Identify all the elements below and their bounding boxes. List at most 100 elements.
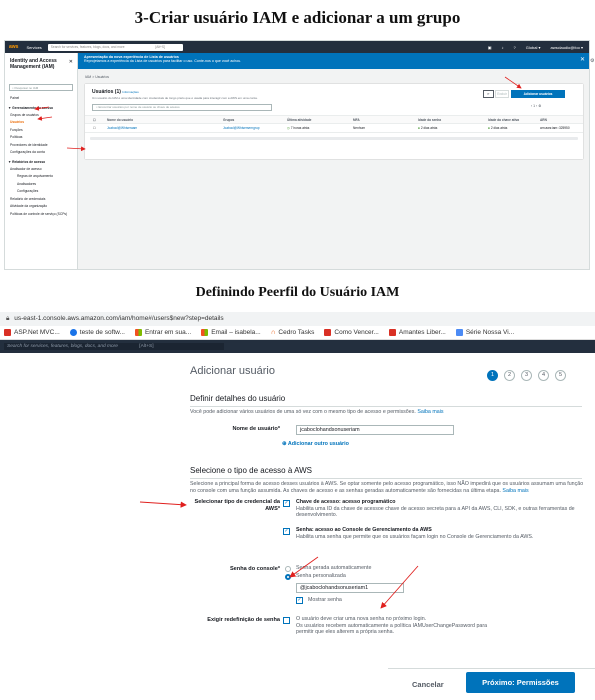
search-shortcut: [Alt+S] bbox=[155, 44, 165, 49]
learn-more-link[interactable]: Saiba mais bbox=[417, 409, 443, 415]
sidebar-item-groups[interactable]: Grupos de usuários bbox=[5, 112, 77, 120]
details-title: Definir detalhes do usuário bbox=[190, 394, 286, 403]
horizontal-scrollbar[interactable] bbox=[90, 137, 578, 140]
users-desc: Um usuário do IAM é uma identidade com c… bbox=[92, 96, 258, 100]
close-icon[interactable]: ✕ bbox=[69, 59, 73, 65]
sidebar-item-users[interactable]: Usuários bbox=[5, 119, 77, 127]
programmatic-access-checkbox[interactable]: ✓ bbox=[283, 500, 290, 507]
step-indicator: 1 2 3 4 5 bbox=[487, 370, 566, 381]
col-groups[interactable]: Grupos bbox=[223, 116, 234, 124]
aws-search-input[interactable]: Search for services, features, blogs, do… bbox=[4, 343, 224, 350]
divider bbox=[190, 406, 582, 407]
bookmark-item[interactable]: Como Vencer... bbox=[324, 329, 379, 336]
sidebar-search[interactable]: ⌕ Pesquisar no IAM bbox=[9, 84, 73, 91]
info-link[interactable]: Informações bbox=[122, 90, 139, 94]
services-menu[interactable]: Services bbox=[26, 45, 41, 50]
bookmarks-bar: ASP.Net MVC... teste de softw... Entrar … bbox=[0, 326, 595, 340]
help-icon[interactable]: ? bbox=[514, 45, 516, 50]
user-name-link[interactable]: Jcabocl@Whiseraam bbox=[107, 124, 137, 132]
bell-icon[interactable]: ♪ bbox=[502, 45, 504, 50]
next-permissions-button[interactable]: Próximo: Permissões bbox=[466, 672, 575, 693]
show-password-checkbox[interactable]: ✓ bbox=[296, 597, 303, 604]
last-activity: ◷ 7 horas atrás bbox=[287, 126, 310, 130]
custom-password-radio[interactable] bbox=[285, 574, 291, 580]
password-input[interactable]: @jcaboclohandsonuseriam1 bbox=[296, 583, 404, 593]
youtube-icon bbox=[388, 329, 396, 336]
aws-logo[interactable]: aws bbox=[9, 44, 18, 50]
row-checkbox[interactable]: ☐ bbox=[93, 124, 96, 132]
cloudshell-icon[interactable]: ▣ bbox=[488, 45, 492, 50]
add-users-button[interactable]: Adicionar usuários bbox=[511, 90, 565, 98]
console-access-checkbox[interactable]: ✓ bbox=[283, 528, 290, 535]
bookmark-item[interactable]: Email – isabela... bbox=[201, 329, 261, 336]
col-last-activity[interactable]: Última atividade bbox=[287, 116, 311, 124]
youtube-icon bbox=[4, 329, 11, 336]
breadcrumb[interactable]: IAM > Usuários bbox=[85, 75, 109, 79]
aws-search-input[interactable]: Search for services, features, blogs, do… bbox=[47, 43, 183, 51]
require-reset-checkbox[interactable] bbox=[283, 617, 290, 624]
sidebar-item-analyzer-settings[interactable]: Configurações bbox=[5, 188, 77, 196]
iam-users-screenshot: aws Services Search for services, featur… bbox=[4, 40, 590, 270]
users-search-input[interactable]: ⌕ Encontrar usuários por nome de usuário… bbox=[92, 104, 272, 111]
microsoft-icon bbox=[134, 329, 142, 336]
sidebar-item-scp[interactable]: Políticas de controle de serviço (SCPs) bbox=[5, 211, 77, 219]
sidebar-item-roles[interactable]: Funções bbox=[5, 127, 77, 135]
step-3[interactable]: 3 bbox=[521, 370, 532, 381]
auto-password-radio[interactable] bbox=[285, 566, 291, 572]
pagination[interactable]: ‹ 1 › ⚙ bbox=[531, 104, 541, 108]
sidebar-item-policies[interactable]: Políticas bbox=[5, 134, 77, 142]
add-user-screenshot: 🔒︎ us-east-1.console.aws.amazon.com/iam/… bbox=[0, 312, 595, 700]
col-mfa[interactable]: MFA bbox=[353, 116, 360, 124]
step-1[interactable]: 1 bbox=[487, 370, 498, 381]
aws-top-bar: Search for services, features, blogs, do… bbox=[0, 340, 595, 353]
settings-icon[interactable]: ⚙ bbox=[590, 58, 594, 64]
col-key-age[interactable]: Idade da chave ativa bbox=[488, 116, 519, 124]
cancel-button[interactable]: Cancelar bbox=[412, 680, 444, 689]
user-group-link[interactable]: Jcabocl@Whiserserngrup bbox=[223, 124, 260, 132]
bookmark-item[interactable]: Série Nossa Vi... bbox=[455, 329, 514, 336]
address-bar[interactable]: 🔒︎ us-east-1.console.aws.amazon.com/iam/… bbox=[0, 312, 595, 326]
iam-sidebar: Identity and Access Management (IAM) ✕ ⌕… bbox=[5, 53, 78, 269]
col-password-age[interactable]: Idade da senha bbox=[418, 116, 441, 124]
auto-password-label: Senha gerada automaticamente bbox=[296, 565, 372, 571]
bookmark-icon bbox=[69, 329, 77, 336]
select-all-checkbox[interactable]: ☐ bbox=[93, 116, 96, 124]
sidebar-item-org-activity[interactable]: Atividade da organização bbox=[5, 203, 77, 211]
account-menu[interactable]: awsclaudio@foo ▾ bbox=[550, 45, 583, 50]
sidebar-item-credentials[interactable]: Relatório de credenciais bbox=[5, 196, 77, 204]
col-username[interactable]: Nome do usuário bbox=[107, 116, 133, 124]
sidebar-section-reports[interactable]: ▼ Relatórios de acesso bbox=[5, 157, 77, 166]
step-2[interactable]: 2 bbox=[504, 370, 515, 381]
table-header: ☐ Nome do usuário Grupos Última atividad… bbox=[85, 115, 583, 124]
bookmark-item[interactable]: ∩ Cedro Tasks bbox=[271, 329, 315, 336]
add-another-user-link[interactable]: ⊕ Adicionar outro usuário bbox=[282, 441, 349, 447]
show-password-label: Mostrar senha bbox=[308, 597, 342, 603]
table-row: ☐ Jcabocl@Whiseraam Jcabocl@Whiserserngr… bbox=[85, 124, 583, 133]
cedro-icon: ∩ bbox=[270, 329, 276, 336]
sidebar-item-settings[interactable]: Configurações da conta bbox=[5, 149, 77, 157]
sidebar-item-analyzers[interactable]: Analisadores bbox=[5, 181, 77, 189]
banner-close-icon[interactable]: ✕ bbox=[580, 56, 585, 63]
step-5[interactable]: 5 bbox=[555, 370, 566, 381]
delete-button[interactable]: Excluir bbox=[495, 90, 509, 98]
footer-divider bbox=[388, 668, 595, 669]
programmatic-access-option: Chave de acesso: acesso programático Hab… bbox=[296, 499, 575, 519]
banner-text: Reprojetamos a experiência da Lista de u… bbox=[84, 59, 242, 63]
access-type-card: Selecione o tipo de acesso à AWS Selecio… bbox=[186, 460, 586, 655]
url-text: us-east-1.console.aws.amazon.com/iam/hom… bbox=[14, 315, 224, 322]
col-arn[interactable]: ARN bbox=[540, 116, 547, 124]
username-input[interactable]: jcaboclohandsonuseriam bbox=[296, 425, 454, 435]
sidebar-item-archive-rules[interactable]: Regras de arquivamento bbox=[5, 173, 77, 181]
bookmark-item[interactable]: teste de softw... bbox=[69, 329, 125, 336]
sidebar-item-painel[interactable]: Painel bbox=[5, 95, 77, 103]
sidebar-item-analyzer[interactable]: Analisador de acesso bbox=[5, 166, 77, 174]
region-menu[interactable]: Global ▾ bbox=[526, 45, 541, 50]
sidebar-section-access[interactable]: ▼ Gerenciamento de acesso bbox=[5, 103, 77, 112]
sidebar-item-providers[interactable]: Provedores de identidade bbox=[5, 142, 77, 150]
bookmark-item[interactable]: Amantes Liber... bbox=[388, 329, 446, 336]
learn-more-link[interactable]: Saiba mais bbox=[502, 488, 528, 494]
bookmark-item[interactable]: ASP.Net MVC... bbox=[4, 329, 60, 336]
refresh-button[interactable]: ⟳ bbox=[483, 90, 494, 98]
step-4[interactable]: 4 bbox=[538, 370, 549, 381]
bookmark-item[interactable]: Entrar em sua... bbox=[134, 329, 191, 336]
